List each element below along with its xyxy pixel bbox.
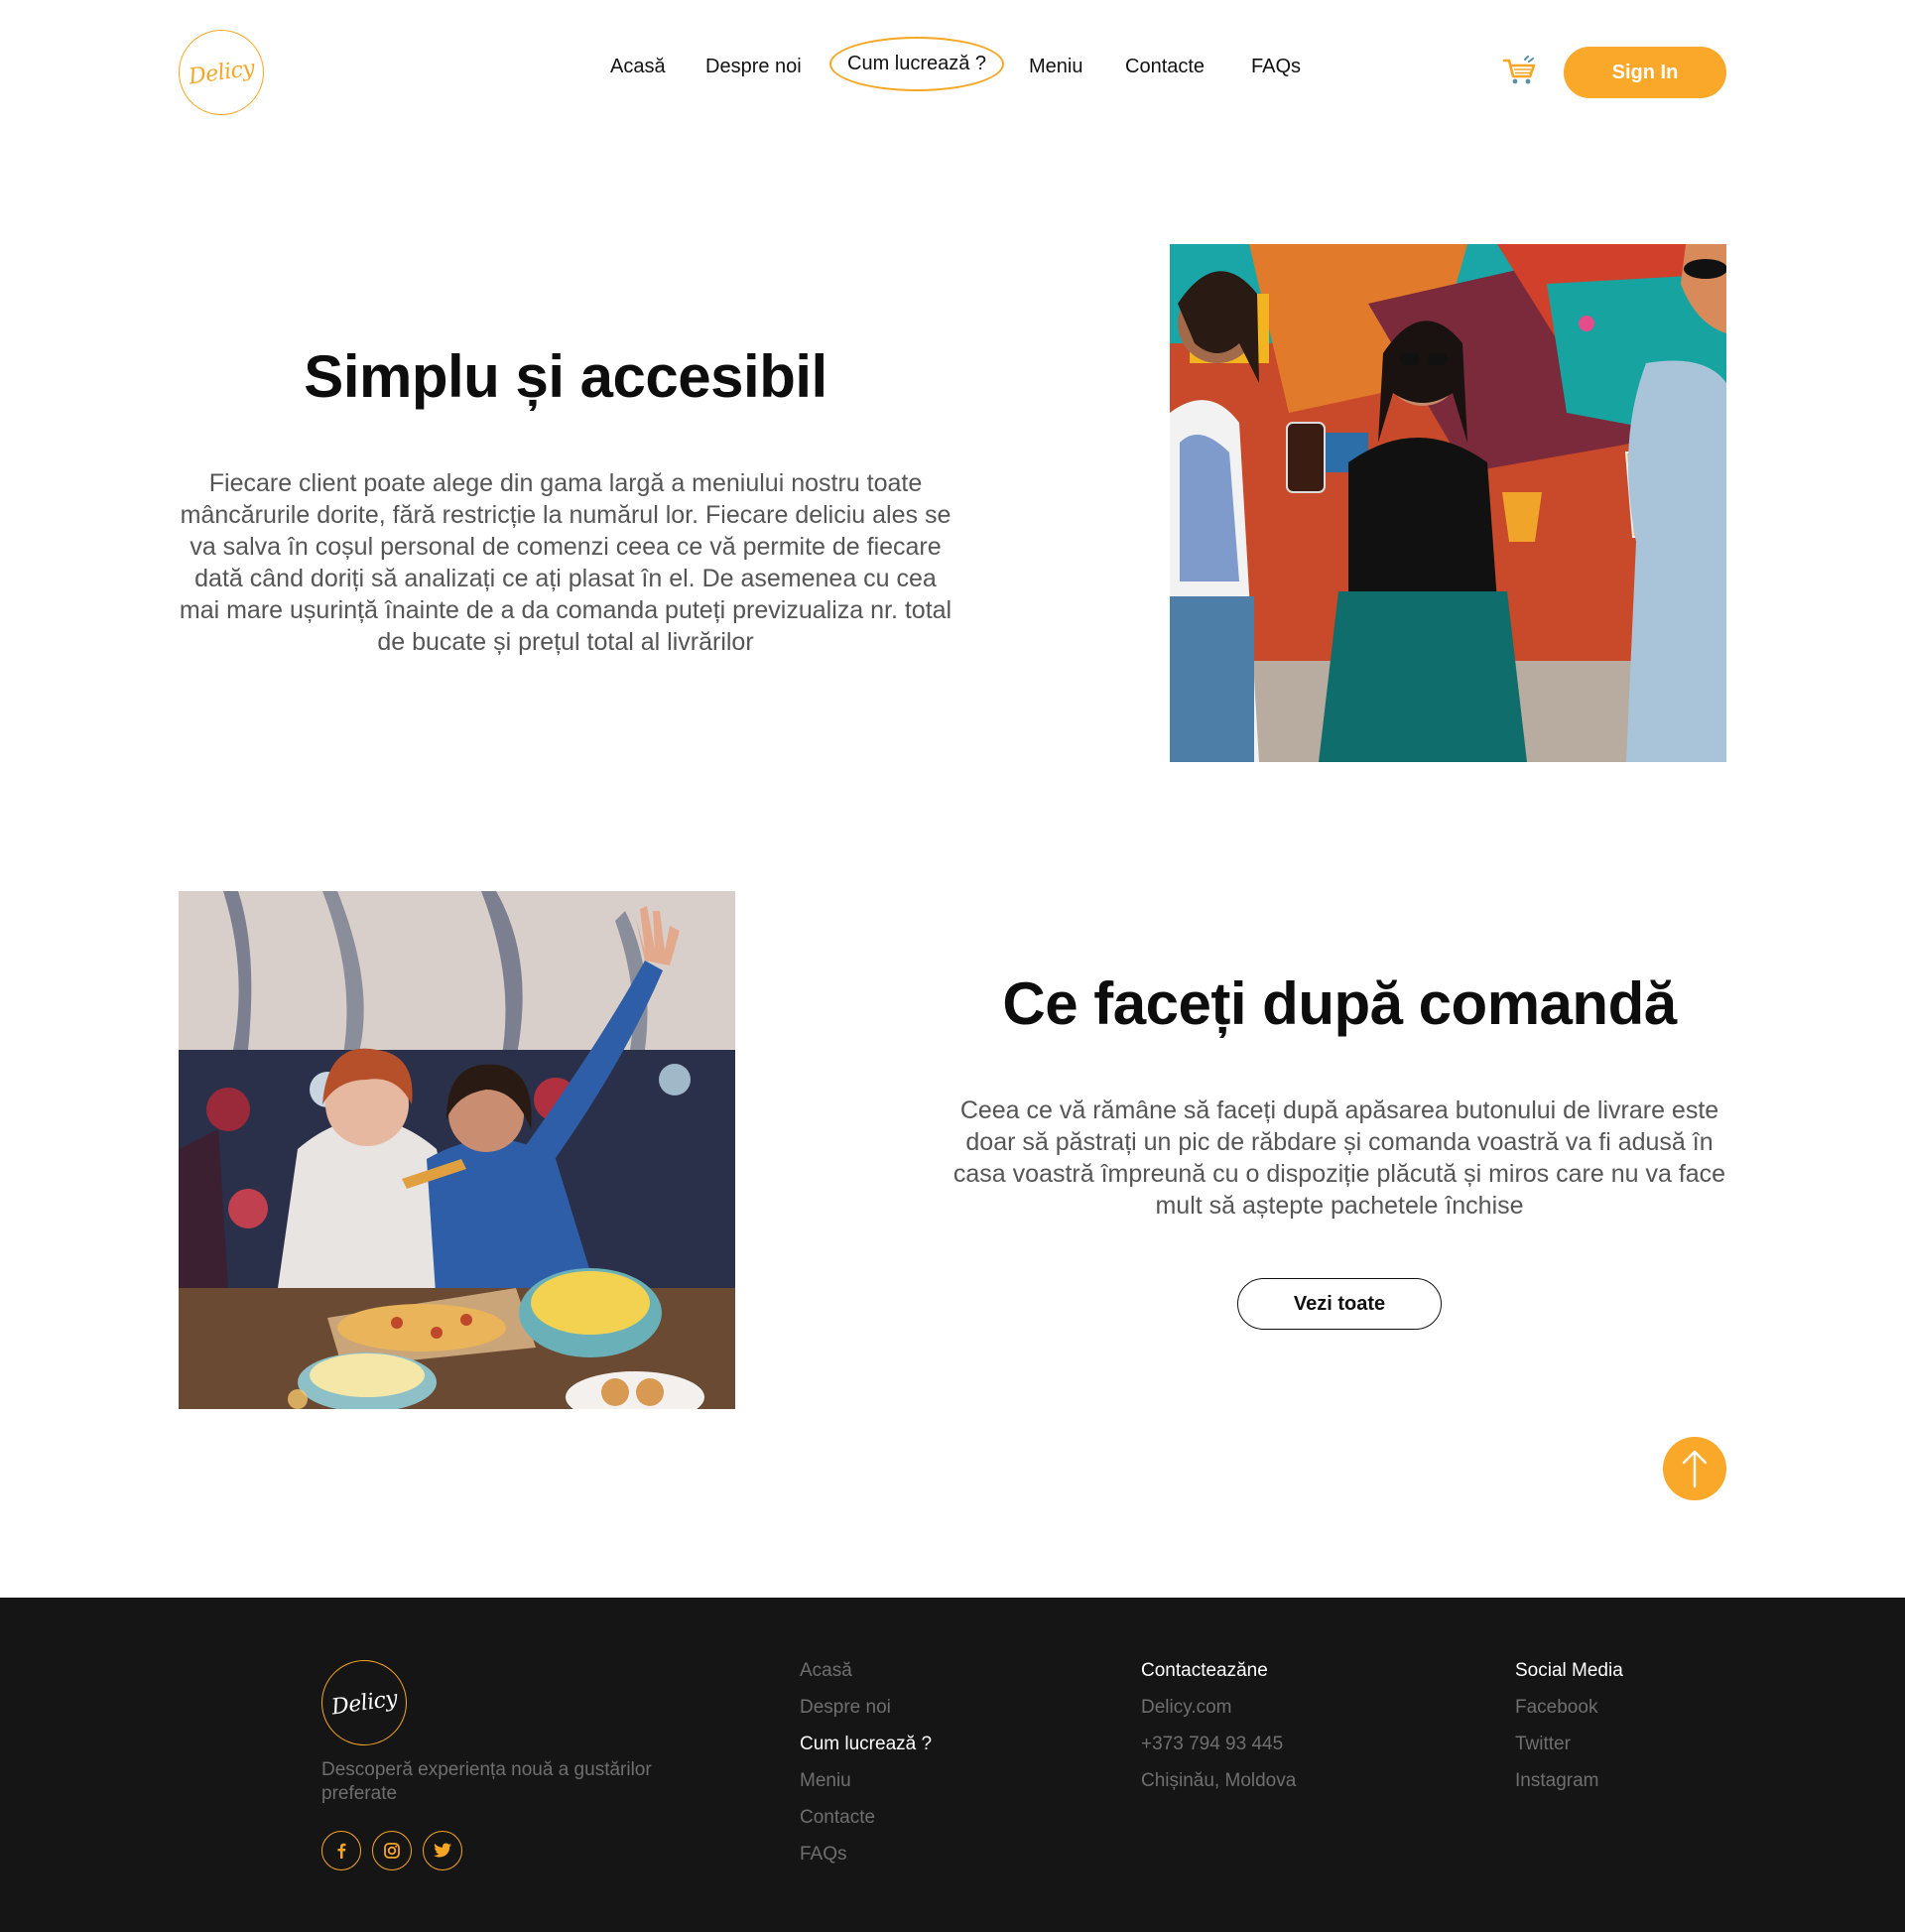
twitter-icon[interactable]: [423, 1831, 462, 1870]
nav-item-despre-noi[interactable]: Despre noi: [705, 56, 802, 78]
footer-link-faqs[interactable]: FAQs: [800, 1843, 932, 1879]
section1-body: Fiecare client poate alege din gama larg…: [179, 469, 952, 656]
section1-title: Simplu și accesibil: [304, 343, 827, 410]
nav-item-acasa[interactable]: Acasă: [610, 56, 666, 78]
footer-logo[interactable]: Delicy: [321, 1660, 407, 1745]
arrow-up-icon: [1682, 1450, 1708, 1488]
footer-contact-website[interactable]: Delicy.com: [1141, 1696, 1296, 1733]
footer-social-facebook[interactable]: Facebook: [1515, 1696, 1623, 1733]
section2-body: Ceea ce vă rămâne să faceți după apăsare…: [952, 1096, 1726, 1220]
footer-logo-text: Delicy: [329, 1685, 399, 1721]
footer-link-meniu[interactable]: Meniu: [800, 1769, 932, 1806]
section2-title: Ce faceți după comandă: [1002, 970, 1677, 1037]
shopping-cart-icon[interactable]: [1502, 56, 1538, 87]
footer-social-media: Social Media Facebook Twitter Instagram: [1515, 1659, 1623, 1806]
nav-item-cum-lucreaza[interactable]: Cum lucrează ?: [829, 37, 1005, 91]
scroll-to-top-button[interactable]: [1663, 1437, 1726, 1500]
nav-item-faqs[interactable]: FAQs: [1251, 56, 1301, 78]
footer-social-icons: [321, 1831, 462, 1870]
sign-in-button[interactable]: Sign In: [1564, 47, 1726, 98]
footer-social-twitter[interactable]: Twitter: [1515, 1733, 1623, 1769]
footer-contact-phone[interactable]: +373 794 93 445: [1141, 1733, 1296, 1769]
friends-eating-pizza-photo: [179, 891, 735, 1409]
footer-tagline: Descoperă experiența nouă a gustărilor p…: [321, 1759, 652, 1804]
facebook-icon[interactable]: [321, 1831, 361, 1870]
nav-item-meniu[interactable]: Meniu: [1029, 56, 1082, 78]
instagram-icon[interactable]: [372, 1831, 412, 1870]
friends-with-drinks-photo: [1170, 244, 1726, 762]
footer-contact-address: Chișinău, Moldova: [1141, 1770, 1297, 1791]
footer-social-heading: Social Media: [1515, 1660, 1623, 1681]
footer-social-instagram[interactable]: Instagram: [1515, 1769, 1623, 1806]
footer-contact-heading: Contacteazăne: [1141, 1660, 1268, 1681]
footer-link-cum-lucreaza[interactable]: Cum lucrează ?: [800, 1733, 932, 1769]
nav-item-contacte[interactable]: Contacte: [1125, 56, 1205, 78]
footer-contact: Contacteazăne Delicy.com +373 794 93 445…: [1141, 1659, 1296, 1806]
footer-link-contacte[interactable]: Contacte: [800, 1806, 932, 1843]
footer-link-acasa[interactable]: Acasă: [800, 1659, 932, 1696]
see-all-button[interactable]: Vezi toate: [1237, 1278, 1442, 1330]
footer-nav: Acasă Despre noi Cum lucrează ? Meniu Co…: [800, 1659, 932, 1879]
footer-link-despre-noi[interactable]: Despre noi: [800, 1696, 932, 1733]
